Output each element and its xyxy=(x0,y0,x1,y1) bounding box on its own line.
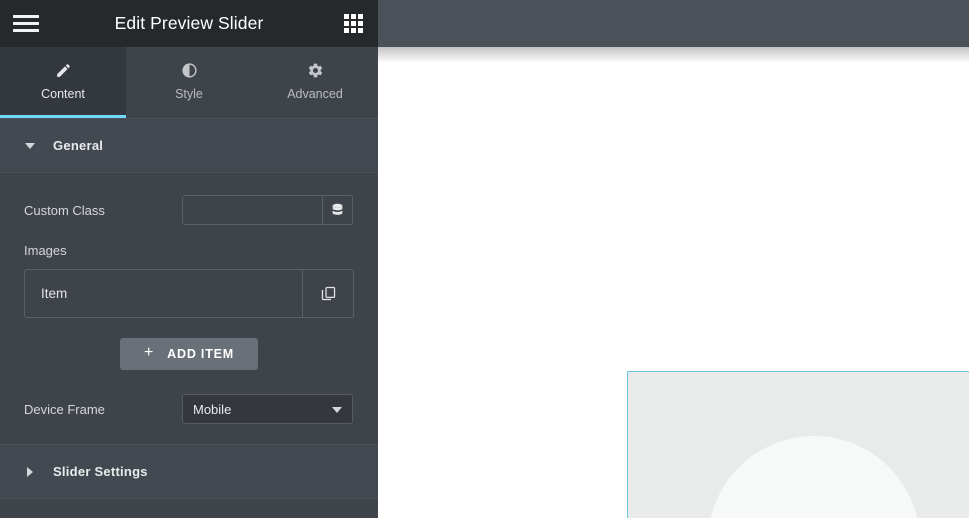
contrast-icon xyxy=(181,62,198,80)
grid-cell xyxy=(344,13,349,19)
caret-down-icon xyxy=(25,142,35,149)
section-title-general: General xyxy=(53,138,104,153)
tab-content-label: Content xyxy=(41,86,85,101)
images-repeater: Item xyxy=(24,269,354,318)
add-item-wrapper: + ADD ITEM xyxy=(24,338,354,370)
section-title-slider-settings: Slider Settings xyxy=(53,464,148,479)
hamburger-line xyxy=(13,29,39,32)
grid-cell xyxy=(358,27,363,33)
repeater-item-title: Item xyxy=(41,286,68,301)
tab-content[interactable]: Content xyxy=(0,47,126,118)
grid-apps-icon[interactable] xyxy=(344,13,364,34)
control-device-frame: Device Frame Mobile xyxy=(24,394,354,424)
gear-icon xyxy=(307,62,324,80)
grid-cell xyxy=(358,20,363,26)
tab-style-label: Style xyxy=(175,86,203,101)
canvas-topbar xyxy=(378,0,969,47)
editor-panel: Edit Preview Slider Content Style Advanc… xyxy=(0,0,378,518)
grid-cell xyxy=(344,27,349,33)
hamburger-line xyxy=(13,15,39,18)
grid-cell xyxy=(351,13,356,19)
panel-header: Edit Preview Slider xyxy=(0,0,378,47)
custom-class-label: Custom Class xyxy=(24,202,105,218)
hamburger-menu-icon[interactable] xyxy=(13,11,39,37)
device-frame-placeholder-circle xyxy=(708,436,920,518)
grid-cell xyxy=(351,27,356,33)
tab-advanced-label: Advanced xyxy=(287,86,343,101)
section-body-general: Custom Class Images Item + ADD ITEM Devi… xyxy=(0,173,378,444)
control-images: Images Item + ADD ITEM xyxy=(24,243,354,370)
device-frame-placeholder-shape xyxy=(628,372,969,518)
tab-advanced[interactable]: Advanced xyxy=(252,47,378,118)
grid-cell xyxy=(344,20,349,26)
control-custom-class: Custom Class xyxy=(24,195,354,225)
selected-widget-preview[interactable] xyxy=(627,371,969,518)
images-label: Images xyxy=(24,243,67,258)
add-item-label: ADD ITEM xyxy=(167,347,234,361)
custom-class-input-group xyxy=(182,195,353,225)
preview-canvas[interactable] xyxy=(378,0,969,518)
add-item-button[interactable]: + ADD ITEM xyxy=(120,338,258,370)
device-frame-select-wrap: Mobile xyxy=(182,394,353,424)
section-header-general[interactable]: General xyxy=(0,118,378,173)
section-header-slider-settings[interactable]: Slider Settings xyxy=(0,444,378,499)
repeater-item-row[interactable]: Item xyxy=(25,270,302,317)
tab-style[interactable]: Style xyxy=(126,47,252,118)
device-frame-select[interactable]: Mobile xyxy=(182,394,353,424)
pencil-icon xyxy=(55,62,72,80)
duplicate-copy-icon[interactable] xyxy=(302,270,353,317)
canvas-topbar-shadow xyxy=(378,47,969,63)
grid-cell xyxy=(351,20,356,26)
custom-class-input[interactable] xyxy=(183,196,322,224)
database-stack-icon[interactable] xyxy=(322,196,352,224)
device-frame-label: Device Frame xyxy=(24,401,105,417)
page-title: Edit Preview Slider xyxy=(114,13,264,33)
elementor-editor: Edit Preview Slider Content Style Advanc… xyxy=(0,0,969,518)
panel-tabs: Content Style Advanced xyxy=(0,47,378,118)
hamburger-line xyxy=(13,22,39,25)
grid-cell xyxy=(358,13,363,19)
caret-right-icon xyxy=(25,466,35,477)
plus-icon: + xyxy=(144,344,155,361)
